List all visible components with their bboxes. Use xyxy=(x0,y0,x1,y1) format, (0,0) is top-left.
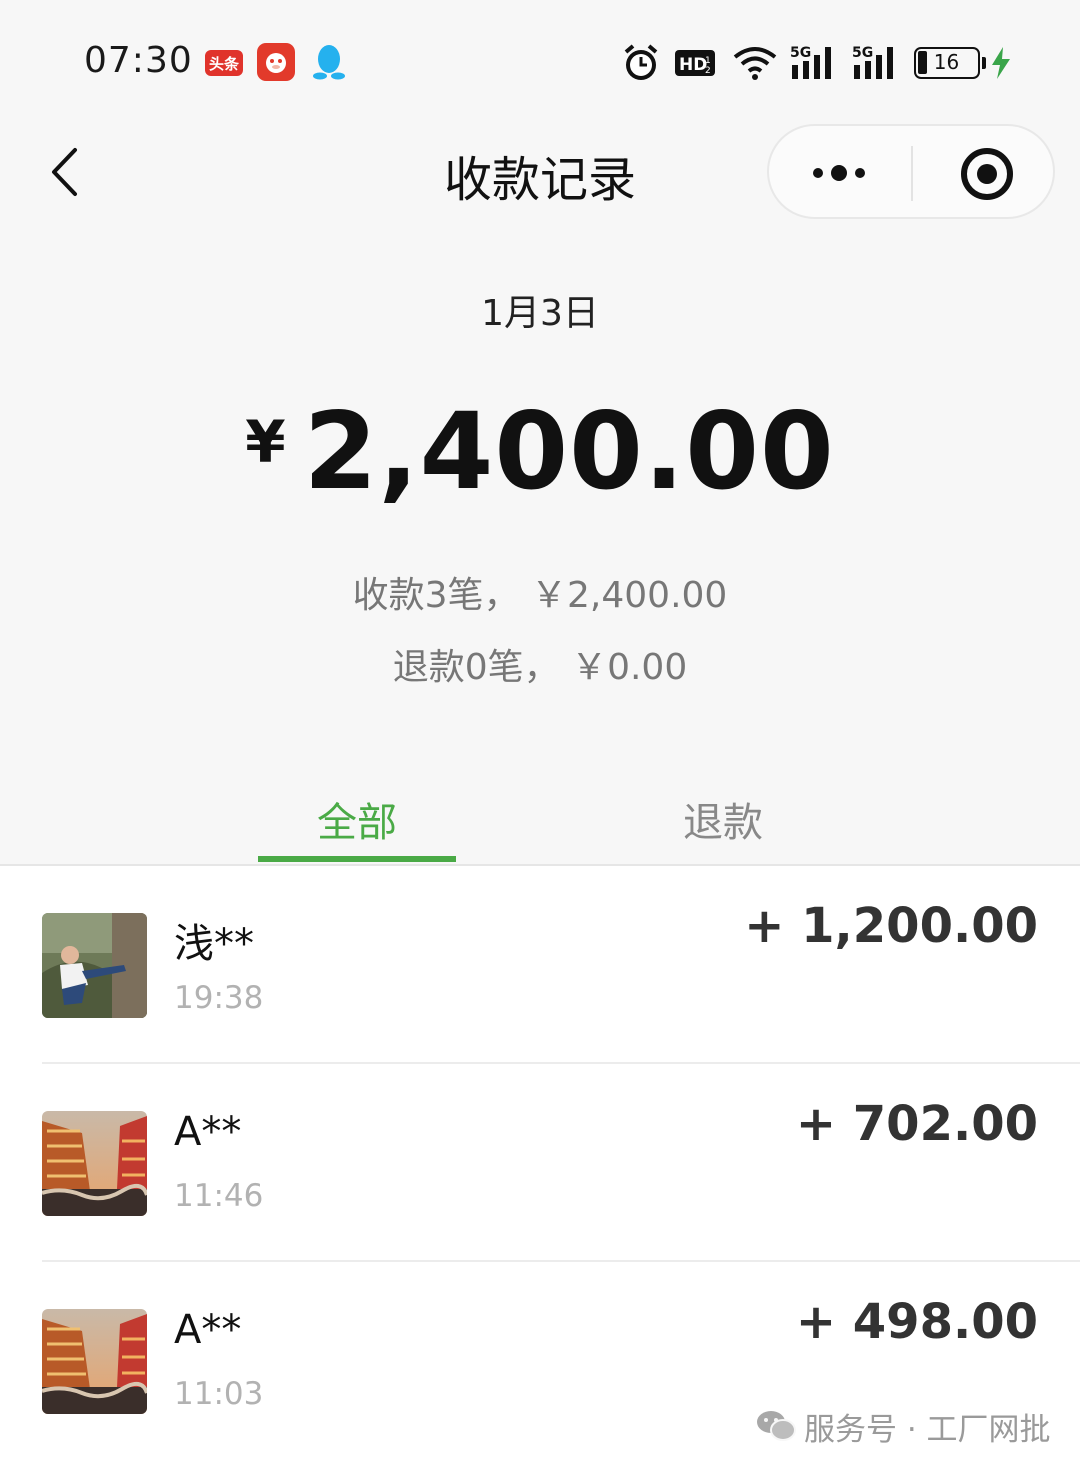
qq-icon xyxy=(312,44,346,80)
signal-5g-icon: 5G xyxy=(852,40,900,86)
payment-amount: + 498.00 xyxy=(795,1294,1038,1350)
record-list: 浅** 19:38 + 1,200.00 A** 11:46 + 702.00 xyxy=(0,866,1080,1465)
more-dot-icon xyxy=(813,168,823,178)
svg-text:1: 1 xyxy=(705,56,711,66)
active-tab-indicator xyxy=(258,856,456,862)
payer-name: 浅** xyxy=(174,921,254,967)
more-dot-icon xyxy=(831,165,847,181)
red-app-icon xyxy=(257,43,295,81)
svg-text:2: 2 xyxy=(705,66,711,76)
svg-text:5G: 5G xyxy=(790,45,811,61)
hd-icon: HD 1 2 xyxy=(674,40,716,86)
payer-name: A** xyxy=(174,1307,242,1353)
watermark-text: 服务号 · 工厂网批 xyxy=(804,1411,1051,1448)
payment-amount: + 702.00 xyxy=(795,1096,1038,1152)
total-amount: ¥ 2,400.00 xyxy=(0,390,1080,513)
capsule-divider xyxy=(911,146,913,201)
summary-date: 1月3日 xyxy=(481,293,599,334)
total-value: 2,400.00 xyxy=(303,390,835,513)
more-button[interactable] xyxy=(809,150,869,196)
charging-icon xyxy=(990,40,1012,86)
list-item[interactable]: A** 11:46 + 702.00 xyxy=(0,1064,1080,1262)
close-miniprogram-button[interactable] xyxy=(959,146,1015,202)
capsule-menu xyxy=(767,124,1055,219)
battery-icon: 16 xyxy=(914,40,986,86)
payment-time: 11:46 xyxy=(174,1178,264,1214)
status-bar: 07:30 头条 HD 1 2 5G 5G 16 xyxy=(0,0,1080,120)
target-close-icon xyxy=(961,148,1013,200)
tab-all[interactable]: 全部 xyxy=(258,790,456,864)
battery-level: 16 xyxy=(933,50,960,74)
watermark: 服务号 · 工厂网批 xyxy=(756,1404,1051,1448)
wechat-icon xyxy=(757,1411,796,1441)
record-tabs: 全部 退款 xyxy=(0,790,1080,866)
payment-time: 11:03 xyxy=(174,1376,264,1412)
status-time: 07:30 xyxy=(84,40,193,81)
more-dot-icon xyxy=(855,168,865,178)
signal-5g-icon: 5G xyxy=(790,40,838,86)
avatar xyxy=(42,1309,147,1414)
toutiao-icon: 头条 xyxy=(205,50,243,76)
refund-summary: 退款0笔， ￥0.00 xyxy=(392,647,688,688)
payment-time: 19:38 xyxy=(174,980,264,1016)
avatar xyxy=(42,1111,147,1216)
tab-refund[interactable]: 退款 xyxy=(624,790,822,864)
alarm-icon xyxy=(622,40,660,86)
list-item[interactable]: 浅** 19:38 + 1,200.00 xyxy=(0,866,1080,1064)
avatar xyxy=(42,913,147,1018)
wifi-icon xyxy=(732,40,778,86)
payment-amount: + 1,200.00 xyxy=(744,898,1038,954)
payer-name: A** xyxy=(174,1109,242,1155)
svg-text:5G: 5G xyxy=(852,45,873,61)
currency-symbol: ¥ xyxy=(245,408,286,476)
svg-text:HD: HD xyxy=(679,55,707,75)
received-summary: 收款3笔， ￥2,400.00 xyxy=(352,575,728,616)
